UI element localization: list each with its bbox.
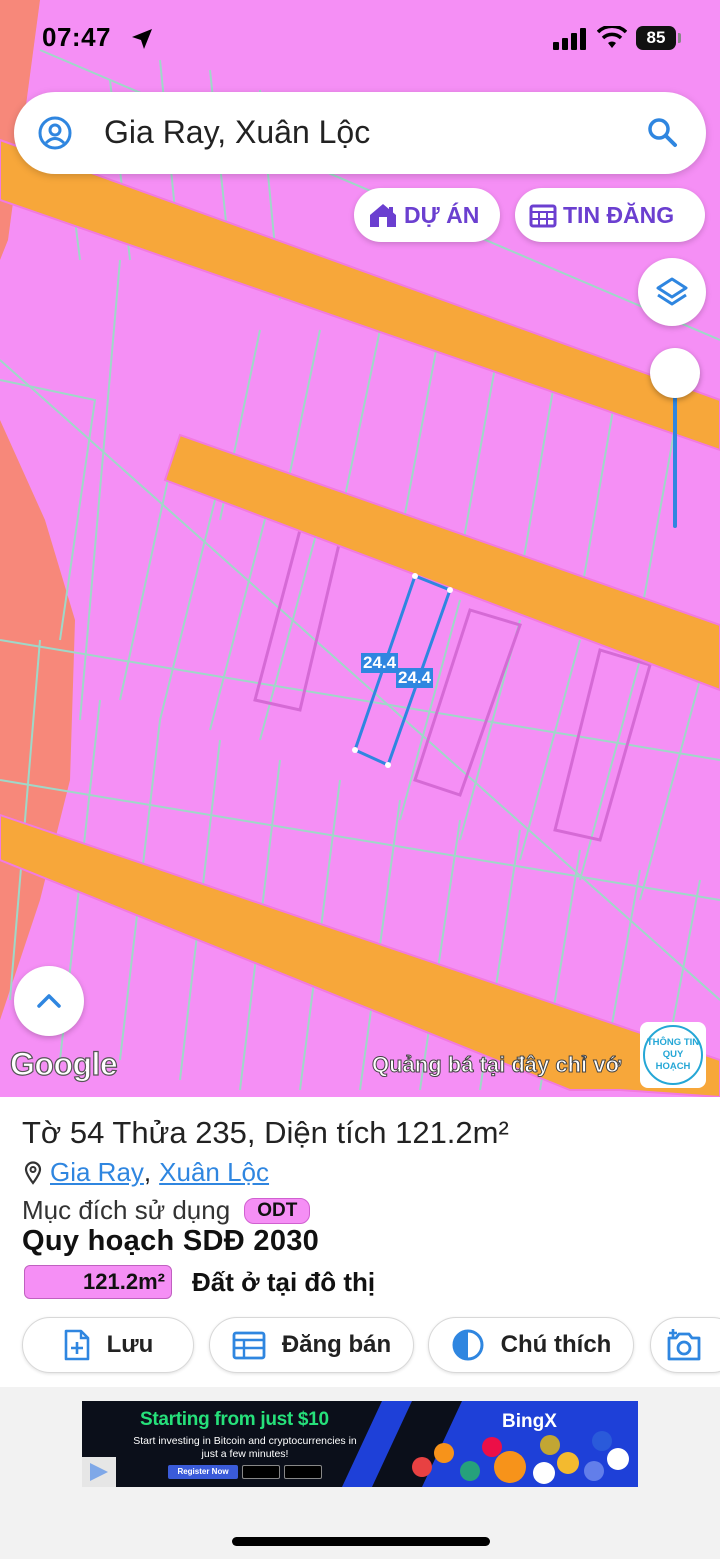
opacity-slider[interactable] [650,348,700,538]
zone-name: Đất ở tại đô thị [192,1266,376,1297]
play-icon [90,1463,108,1481]
ad-marquee-text[interactable]: Quảng bá tại đây chỉ vớ [372,1052,640,1078]
zone-area-swatch: 121.2m² [24,1265,172,1299]
location-pin-icon [24,1160,42,1185]
battery-indicator: 85 [636,26,676,50]
post-for-sale-button[interactable]: Đăng bán [209,1317,414,1373]
road-middle [163,433,720,692]
plan-info-button[interactable]: THÔNG TIN QUY HOẠCH [640,1022,706,1088]
parcel-info-sheet: Tờ 54 Thửa 235, Diện tích 121.2m² Gia Ra… [0,1097,720,1387]
ward-link[interactable]: Gia Ray [50,1157,144,1188]
address-separator: , [143,1157,152,1187]
district-link[interactable]: Xuân Lộc [159,1157,269,1188]
map-zone-left [0,420,75,1020]
ad-headline: Starting from just $10 [140,1409,329,1430]
signal-icon [553,28,586,50]
listings-chip[interactable]: TIN ĐĂNG [515,188,705,242]
save-label: Lưu [106,1331,154,1358]
add-file-icon [64,1329,89,1361]
layers-icon [656,277,688,306]
parcel-dimension-left: 24.4 [361,653,399,673]
post-for-sale-label: Đăng bán [281,1331,392,1358]
plan-info-line1: THÔNG TIN [646,1037,700,1048]
listing-grid-icon [232,1331,266,1360]
plan-title: Quy hoạch SDĐ 2030 [22,1225,320,1257]
house-icon [370,204,396,227]
purpose-label: Mục đích sử dụng [22,1195,231,1225]
status-bar: 07:47 85 [0,0,720,80]
status-time: 07:47 [42,22,111,52]
calendar-icon [529,204,557,228]
battery-tip [678,33,681,43]
location-arrow-icon [132,29,152,49]
chevron-up-icon [37,994,61,1008]
zone-row: 121.2m² Đất ở tại đô thị [24,1265,375,1299]
ad-banner[interactable]: Starting from just $10 Start investing i… [82,1401,638,1487]
home-indicator[interactable] [232,1537,490,1546]
ad-brand: BingX [502,1411,557,1432]
parcel-dimension-right: 24.4 [396,668,434,688]
ad-area: Starting from just $10 Start investing i… [0,1387,720,1559]
map-view[interactable]: 24.4 24.4 07:47 85 Gia Ray, Xuân Lộc DỰ … [0,0,720,1097]
purpose-code-badge: ODT [244,1197,311,1224]
layers-button[interactable] [638,258,706,326]
ad-subtext: Start investing in Bitcoin and cryptocur… [133,1435,357,1460]
action-bar: Lưu Đăng bán Chú thích [0,1317,720,1373]
ad-register-button[interactable]: Register Now [168,1465,238,1479]
projects-chip-label: DỰ ÁN [404,201,480,228]
account-icon[interactable] [38,116,72,150]
slider-track[interactable] [673,378,677,528]
google-attribution: Google [9,1045,118,1082]
legend-button[interactable]: Chú thích [428,1317,634,1373]
camera-add-icon [667,1329,701,1361]
plan-info-badge: THÔNG TIN QUY HOẠCH [643,1025,703,1085]
wifi-icon [597,26,627,48]
slider-knob[interactable] [650,348,700,398]
app-store-badge[interactable] [284,1465,322,1479]
search-input[interactable]: Gia Ray, Xuân Lộc [104,114,370,151]
expand-up-button[interactable] [14,966,84,1036]
projects-chip[interactable]: DỰ ÁN [354,188,500,242]
add-photo-button[interactable] [650,1317,720,1373]
google-play-badge[interactable] [242,1465,280,1479]
search-bar[interactable]: Gia Ray, Xuân Lộc [14,92,706,174]
legend-label: Chú thích [500,1331,612,1358]
listings-chip-label: TIN ĐĂNG [563,201,675,228]
save-button[interactable]: Lưu [22,1317,194,1373]
search-icon[interactable] [646,116,678,148]
parcel-title: Tờ 54 Thửa 235, Diện tích 121.2m² [22,1115,509,1150]
ad-choices-icon[interactable] [82,1457,116,1487]
land-purpose-row: Mục đích sử dụng ODT [22,1195,311,1226]
parcel-address: Gia Ray, Xuân Lộc [24,1157,269,1188]
contrast-icon [452,1329,484,1361]
plan-info-line2: QUY HOẠCH [655,1049,691,1072]
